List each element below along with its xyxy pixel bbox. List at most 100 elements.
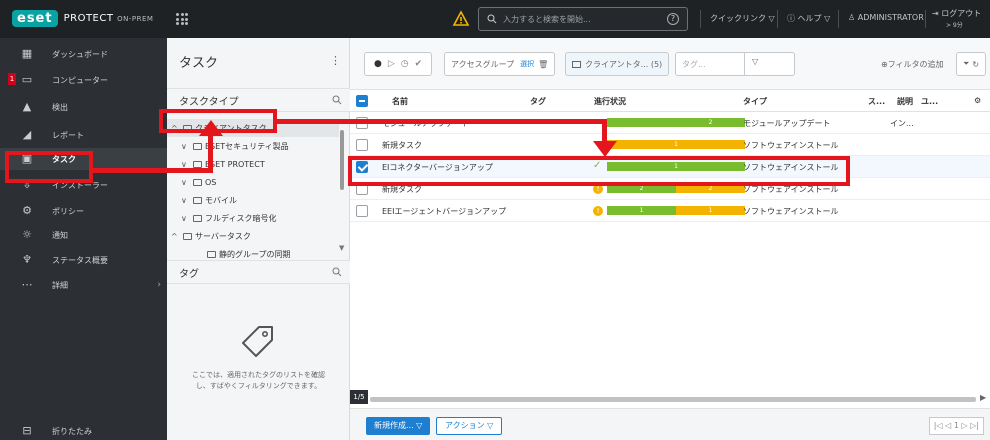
nav-item-task[interactable]: ▣ タスク	[0, 148, 167, 170]
tag-filter-input[interactable]: タグ... ▽	[675, 52, 795, 76]
search-placeholder: 入力すると検索を開始...	[503, 14, 591, 24]
pagination-control[interactable]: |◁ ◁ 1 ▷ ▷|	[928, 417, 984, 435]
apps-grid-icon[interactable]	[176, 13, 188, 25]
tree-caret-icon[interactable]: ∨	[181, 178, 190, 187]
tree-item[interactable]: ∨ モバイル	[167, 191, 339, 209]
task-name[interactable]: 新規タスク	[382, 140, 422, 151]
task-name[interactable]: EEIエージェントバージョンアップ	[382, 206, 506, 217]
user-menu[interactable]: ♙ ADMINISTRATOR	[848, 13, 924, 22]
client-task-filter[interactable]: クライアントタ... (5)	[565, 52, 670, 76]
nav-item-notification[interactable]: ☼ 通知	[0, 224, 167, 246]
eset-logo[interactable]: eset PROTECT ON-PREM	[12, 7, 153, 29]
tree-caret-icon[interactable]: ∨	[181, 160, 190, 169]
tree-scroll-down-icon[interactable]: ▼	[339, 244, 344, 252]
access-group-select-link[interactable]: 選択	[520, 59, 534, 69]
tree-item[interactable]: 静的グループの同期	[167, 245, 339, 258]
tree-caret-icon[interactable]: ∨	[181, 142, 190, 151]
column-header[interactable]: 名前	[392, 96, 408, 107]
scroll-right-icon[interactable]: ▶	[980, 393, 986, 402]
access-group-filter[interactable]: アクセスグループ 選択 🗑	[444, 52, 556, 76]
column-header[interactable]: 進行状況	[594, 96, 626, 107]
horizontal-scrollbar[interactable]	[350, 394, 990, 404]
tree-item[interactable]: ^ クライアントタスク	[167, 119, 339, 137]
running-status-icon[interactable]: ●	[374, 59, 382, 69]
nav-item-policy[interactable]: ⚙ ポリシー	[0, 200, 167, 222]
nav-item-warning[interactable]: ▲ 検出	[0, 96, 167, 118]
status-filter-group[interactable]: ● ▷ ◷ ✔	[364, 52, 433, 76]
nav-item-report[interactable]: ◢ レポート	[0, 124, 167, 146]
search-help-icon[interactable]: ?	[667, 13, 679, 25]
alert-bell-icon[interactable]	[452, 10, 470, 28]
add-filter-button[interactable]: ⊕ フィルタの追加	[875, 52, 950, 76]
column-header[interactable]: タイプ	[743, 96, 767, 107]
quick-links-menu[interactable]: クイックリンク ▽	[710, 13, 775, 24]
actions-button[interactable]: アクション ▽	[436, 417, 503, 435]
waiting-status-icon[interactable]: ◷	[401, 59, 409, 69]
tree-caret-icon[interactable]: ^	[171, 124, 180, 133]
tree-caret-icon[interactable]: ∨	[181, 196, 190, 205]
global-search-input[interactable]: 入力すると検索を開始... ?	[478, 7, 688, 31]
nav-item-dashboard[interactable]: ▦ ダッシュボード	[0, 43, 167, 65]
tree-caret-icon[interactable]: ^	[171, 232, 180, 241]
tree-item[interactable]: ∨ ESETセキュリティ製品	[167, 137, 339, 155]
nav-item-more[interactable]: ⋯ 詳細 ›	[0, 274, 167, 296]
nav-item-label: インストーラー	[52, 180, 108, 190]
row-checkbox[interactable]	[356, 117, 368, 129]
collapse-nav-button[interactable]: ⊟ 折りたたみ	[0, 420, 167, 440]
column-header[interactable]: ユ...	[921, 96, 938, 107]
table-row[interactable]: 新規タスク 1 ソフトウェアインストール	[350, 134, 990, 156]
table-header: 名前 タグ 進行状況 タイプ ス... 説明 ユ... ⚙	[350, 90, 990, 112]
table-row[interactable]: EIコネクターバージョンアップ ✓ 1 ソフトウェアインストール	[350, 156, 990, 178]
filter-options-button[interactable]: ⏷ ↻	[956, 52, 986, 76]
tree-scrollbar[interactable]	[340, 130, 344, 190]
nav-item-status[interactable]: ♆ ステータス概要	[0, 249, 167, 271]
column-header[interactable]: 説明	[897, 96, 913, 107]
tree-caret-icon[interactable]: ∨	[181, 214, 190, 223]
column-settings-icon[interactable]: ⚙	[974, 96, 981, 105]
progress-segment: 1	[607, 162, 745, 171]
folder-icon	[183, 232, 192, 240]
table-row[interactable]: モジュールアップデート 2 モジュールアップデート イン...	[350, 112, 990, 134]
tree-item[interactable]: ∨ フルディスク暗号化	[167, 209, 339, 227]
row-checkbox[interactable]	[356, 205, 368, 217]
column-header[interactable]: ス...	[868, 96, 885, 107]
tree-item[interactable]: ∨ ESET PROTECT	[167, 155, 339, 173]
task-types-search-icon[interactable]	[332, 95, 342, 105]
progress-segment: 2	[676, 184, 745, 193]
select-all-checkbox[interactable]	[356, 95, 368, 107]
progress-segment: 1	[676, 206, 745, 215]
row-checkbox[interactable]	[356, 139, 368, 151]
panel-menu-icon[interactable]: ⋮	[330, 54, 341, 67]
expand-chevron-icon[interactable]: ›	[157, 280, 161, 290]
task-name[interactable]: 新規タスク	[382, 184, 422, 195]
logout-button[interactable]: ⇥ ログアウト	[932, 8, 981, 19]
task-name[interactable]: モジュールアップデート	[382, 118, 469, 129]
finished-status-icon[interactable]: ✔	[415, 59, 423, 69]
tags-search-icon[interactable]	[332, 267, 342, 277]
status-icon: ♆	[22, 253, 32, 266]
task-name[interactable]: EIコネクターバージョンアップ	[382, 162, 493, 173]
folder-icon	[193, 214, 202, 222]
row-checkbox[interactable]	[356, 183, 368, 195]
progress-segment: 2	[607, 184, 676, 193]
add-filter-label: フィルタの追加	[887, 59, 944, 69]
table-row[interactable]: 新規タスク! 2 2 ソフトウェアインストール	[350, 178, 990, 200]
help-menu[interactable]: ⓘ ヘルプ ▽	[787, 13, 830, 24]
new-task-button[interactable]: 新規作成... ▽	[366, 417, 431, 435]
column-header[interactable]: タグ	[530, 96, 546, 107]
progress-bar: 1	[607, 140, 745, 149]
scheduled-status-icon[interactable]: ▷	[388, 59, 395, 69]
tree-item[interactable]: ^ サーバータスク	[167, 227, 339, 245]
row-checkbox[interactable]	[356, 161, 368, 173]
tree-item[interactable]: ∨ OS	[167, 173, 339, 191]
panel-title: タスク	[179, 56, 219, 71]
bottom-toolbar: 新規作成... ▽ アクション ▽ |◁ ◁ 1 ▷ ▷|	[350, 408, 990, 440]
refresh-icon[interactable]: ↻	[972, 60, 979, 69]
nav-item-computer[interactable]: ▭ コンピューター	[0, 69, 167, 91]
table-row[interactable]: EEIエージェントバージョンアップ! 1 1 ソフトウェアインストール	[350, 200, 990, 222]
nav-item-installer[interactable]: ⇩ インストーラー	[0, 174, 167, 196]
tag-dropdown-icon[interactable]: ▽	[752, 57, 758, 66]
trash-icon[interactable]: 🗑	[538, 60, 548, 69]
nav-item-label: 検出	[52, 102, 68, 112]
collapse-icon: ⊟	[22, 424, 32, 437]
